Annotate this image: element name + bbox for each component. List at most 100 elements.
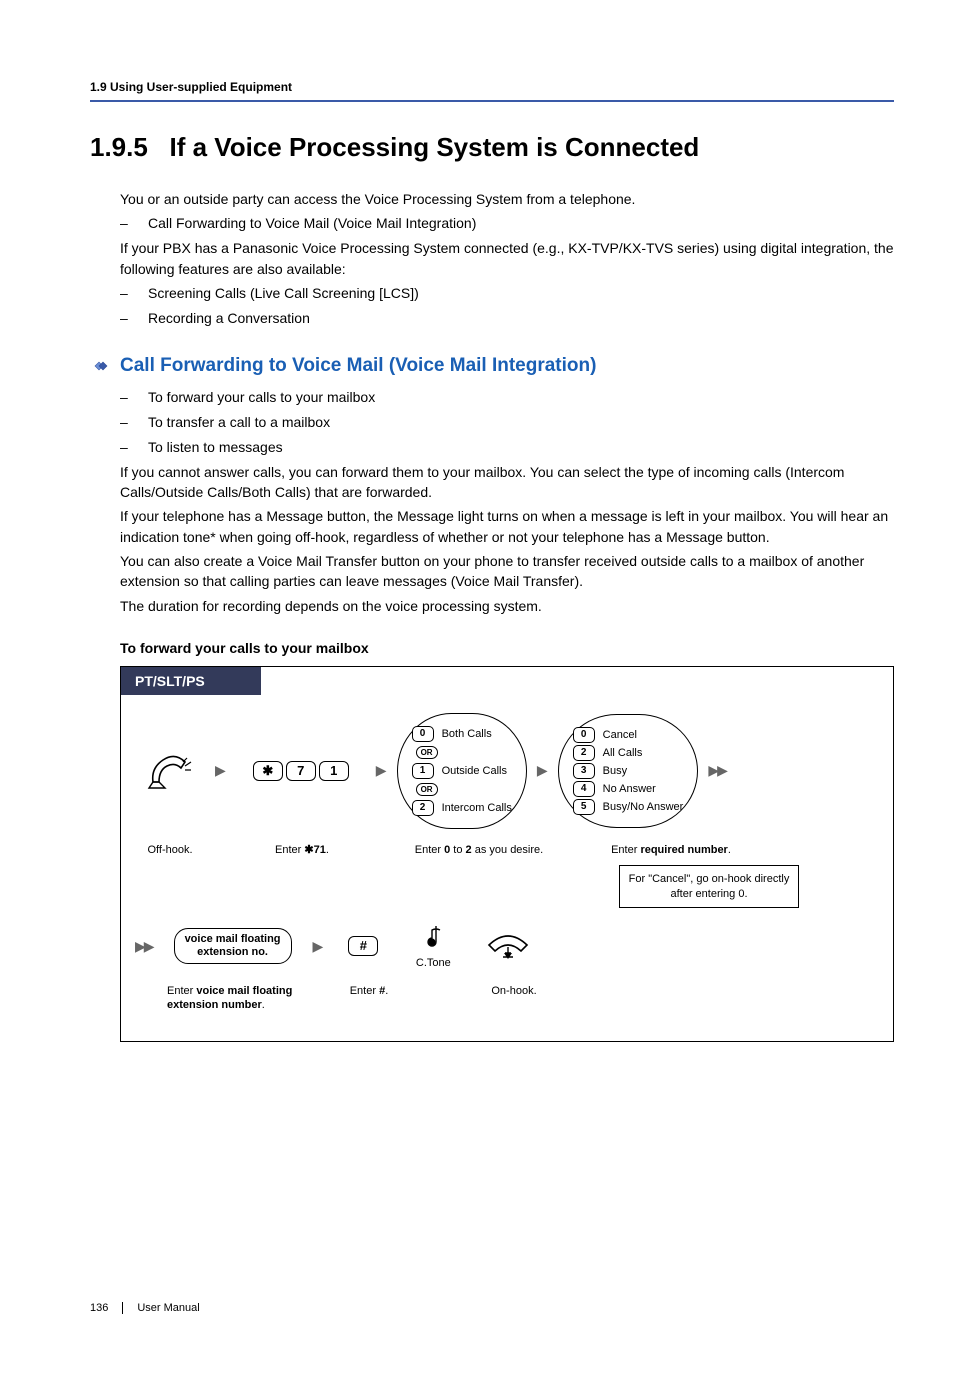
caption-ct-pre: Enter: [415, 844, 444, 856]
arrow-icon: ▶: [537, 762, 548, 779]
double-arrow-icon: ▶▶: [135, 938, 153, 955]
subheading-row: Call Forwarding to Voice Mail (Voice Mai…: [90, 355, 894, 377]
sub-paragraph-3: You can also create a Voice Mail Transfe…: [90, 551, 894, 592]
double-arrow-icon: ▶▶: [708, 762, 726, 779]
key-7: 7: [286, 761, 316, 781]
caption-enter-71: Enter ✱71.: [237, 843, 367, 857]
key-0: 0: [412, 726, 434, 742]
procedure-row-1-captions: Off-hook. Enter ✱71. Enter 0 to 2 as you…: [135, 837, 879, 857]
or-badge: OR: [416, 783, 438, 796]
key-0b: 0: [573, 727, 595, 743]
key-2b: 2: [573, 745, 595, 761]
step-ctone: C.Tone: [403, 922, 463, 970]
caption-hash: Enter #.: [339, 984, 399, 998]
sub-bullet-1-text: To forward your calls to your mailbox: [148, 389, 375, 405]
opt-intercom-calls: Intercom Calls: [442, 802, 512, 814]
opt-cancel: Cancel: [603, 729, 637, 741]
opt-no-answer: No Answer: [603, 783, 656, 795]
opt-outside-calls: Outside Calls: [442, 765, 507, 777]
caption-enter-71-pre: Enter: [275, 844, 304, 856]
step-hash: #: [333, 936, 393, 956]
cancel-note: For "Cancel", go on-hook directly after …: [619, 865, 799, 908]
key-1: 1: [319, 761, 349, 781]
opt-busy: Busy: [603, 765, 627, 777]
sub-bullet-3-text: To listen to messages: [148, 439, 283, 455]
section-heading: 1.9.5 If a Voice Processing System is Co…: [90, 132, 894, 163]
step-fwd-type: 0 Cancel 2 All Calls 3 Busy 4 No Answer 5 Bus…: [558, 714, 699, 828]
step-offhook: [135, 752, 205, 790]
opt-busy-no-answer: Busy/No Answer: [603, 801, 684, 813]
section-number: 1.9.5: [90, 132, 148, 162]
procedure-body: ▶ ✱ 7 1 ▶ 0 Both Calls OR 1 Outside Calls …: [121, 695, 893, 1041]
sub-bullet-1: –To forward your calls to your mailbox: [90, 387, 894, 408]
caption-onhook: On-hook.: [479, 984, 549, 998]
step-vm-ext: voice mail floatingextension no.: [163, 928, 303, 964]
music-note-icon: [422, 922, 444, 950]
caption-hash-post: .: [385, 985, 388, 997]
caption-hash-pre: Enter: [350, 985, 379, 997]
caption-call-type: Enter 0 to 2 as you desire.: [399, 843, 559, 857]
caption-offhook: Off-hook.: [135, 843, 205, 857]
procedure-title: To forward your calls to your mailbox: [120, 640, 894, 656]
intro-paragraph-1: You or an outside party can access the V…: [90, 189, 894, 209]
caption-enter-71-post: .: [326, 844, 329, 856]
diamond-icon: [90, 359, 112, 373]
procedure-row-2: ▶▶ voice mail floatingextension no. ▶ # …: [135, 922, 879, 970]
intro-bullet-3-text: Recording a Conversation: [148, 310, 310, 326]
caption-ctone: C.Tone: [416, 956, 451, 970]
intro-bullet-1: –Call Forwarding to Voice Mail (Voice Ma…: [90, 213, 894, 234]
sub-paragraph-2: If your telephone has a Message button, …: [90, 506, 894, 547]
intro-paragraph-2: If your PBX has a Panasonic Voice Proces…: [90, 238, 894, 279]
sub-bullet-2-text: To transfer a call to a mailbox: [148, 414, 330, 430]
procedure-header: PT/SLT/PS: [121, 667, 261, 695]
caption-vm-post: .: [262, 999, 265, 1011]
arrow-icon: ▶: [376, 762, 387, 779]
fwd-type-options: 0 Cancel 2 All Calls 3 Busy 4 No Answer 5 Bus…: [558, 714, 699, 828]
intro-bullet-2-text: Screening Calls (Live Call Screening [LC…: [148, 285, 419, 301]
key-star: ✱: [253, 761, 283, 781]
key-2: 2: [412, 800, 434, 816]
offhook-icon: [147, 752, 193, 790]
call-type-options: 0 Both Calls OR 1 Outside Calls OR 2 Interc…: [397, 713, 527, 829]
procedure-row-2-captions: Enter voice mail floating extension numb…: [135, 978, 879, 1013]
header-rule: [90, 100, 894, 102]
sub-paragraph-4: The duration for recording depends on th…: [90, 596, 894, 616]
caption-ft-post: .: [728, 844, 731, 856]
page-footer: 136 User Manual: [90, 1302, 894, 1314]
intro-bullet-3: –Recording a Conversation: [90, 308, 894, 329]
sub-bullet-2: –To transfer a call to a mailbox: [90, 412, 894, 433]
caption-ft-pre: Enter: [611, 844, 640, 856]
page-number: 136: [90, 1302, 123, 1314]
step-onhook: [473, 931, 543, 961]
key-5: 5: [573, 799, 595, 815]
doc-name: User Manual: [137, 1302, 199, 1314]
caption-ct-post: as you desire.: [472, 844, 544, 856]
key-1b: 1: [412, 763, 434, 779]
caption-ft-b: required number: [640, 844, 727, 856]
vm-ext-box: voice mail floatingextension no.: [174, 928, 292, 964]
step-call-type: 0 Both Calls OR 1 Outside Calls OR 2 Interc…: [397, 713, 527, 829]
opt-all-calls: All Calls: [603, 747, 643, 759]
intro-bullet-1-text: Call Forwarding to Voice Mail (Voice Mai…: [148, 215, 476, 231]
sub-paragraph-1: If you cannot answer calls, you can forw…: [90, 462, 894, 503]
or-badge: OR: [416, 746, 438, 759]
caption-ct-mid: to: [450, 844, 465, 856]
opt-both-calls: Both Calls: [442, 728, 492, 740]
procedure-box: PT/SLT/PS ▶ ✱ 7 1: [120, 666, 894, 1042]
subheading-title: Call Forwarding to Voice Mail (Voice Mai…: [120, 355, 596, 377]
key-4: 4: [573, 781, 595, 797]
caption-enter-71-key: 71: [314, 844, 326, 856]
onhook-icon: [483, 931, 533, 961]
arrow-icon: ▶: [215, 762, 226, 779]
key-hash: #: [348, 936, 378, 956]
key-3: 3: [573, 763, 595, 779]
running-header: 1.9 Using User-supplied Equipment: [90, 80, 894, 94]
arrow-icon: ▶: [313, 938, 324, 955]
step-enter-71: ✱ 7 1: [236, 761, 366, 781]
sub-bullet-3: –To listen to messages: [90, 437, 894, 458]
caption-vm-pre: Enter: [167, 985, 196, 997]
caption-fwd-type: Enter required number.: [591, 843, 751, 857]
section-title: If a Voice Processing System is Connecte…: [170, 132, 700, 162]
caption-vm-ext: Enter voice mail floating extension numb…: [167, 984, 307, 1013]
procedure-row-1: ▶ ✱ 7 1 ▶ 0 Both Calls OR 1 Outside Calls …: [135, 713, 879, 829]
